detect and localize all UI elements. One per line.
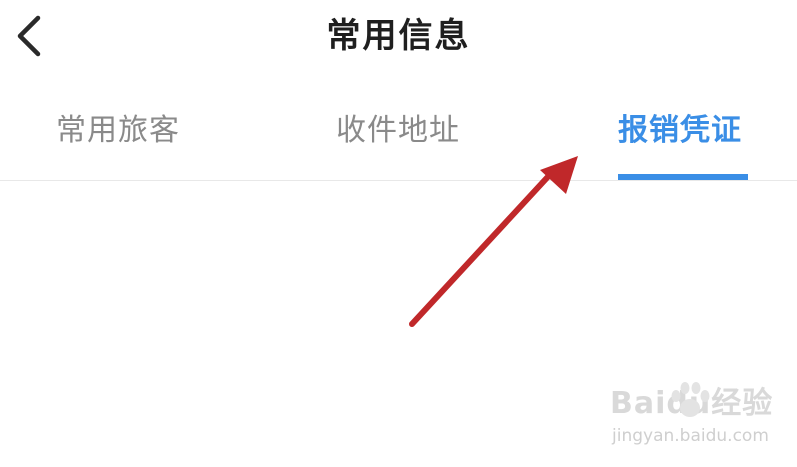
watermark: Baidu经验 jingyan.baidu.com: [610, 378, 790, 458]
watermark-url: jingyan.baidu.com: [612, 426, 769, 446]
navigation-bar: 常用信息: [0, 0, 797, 80]
tab-reimbursement-voucher[interactable]: 报销凭证: [618, 110, 742, 152]
tab-bar: 常用旅客 收件地址 报销凭证: [0, 100, 797, 180]
paw-icon: [671, 382, 710, 417]
tab-divider: [0, 180, 797, 181]
tab-frequent-travelers[interactable]: 常用旅客: [56, 110, 180, 152]
page-title: 常用信息: [326, 16, 471, 56]
tab-shipping-address[interactable]: 收件地址: [336, 110, 460, 152]
